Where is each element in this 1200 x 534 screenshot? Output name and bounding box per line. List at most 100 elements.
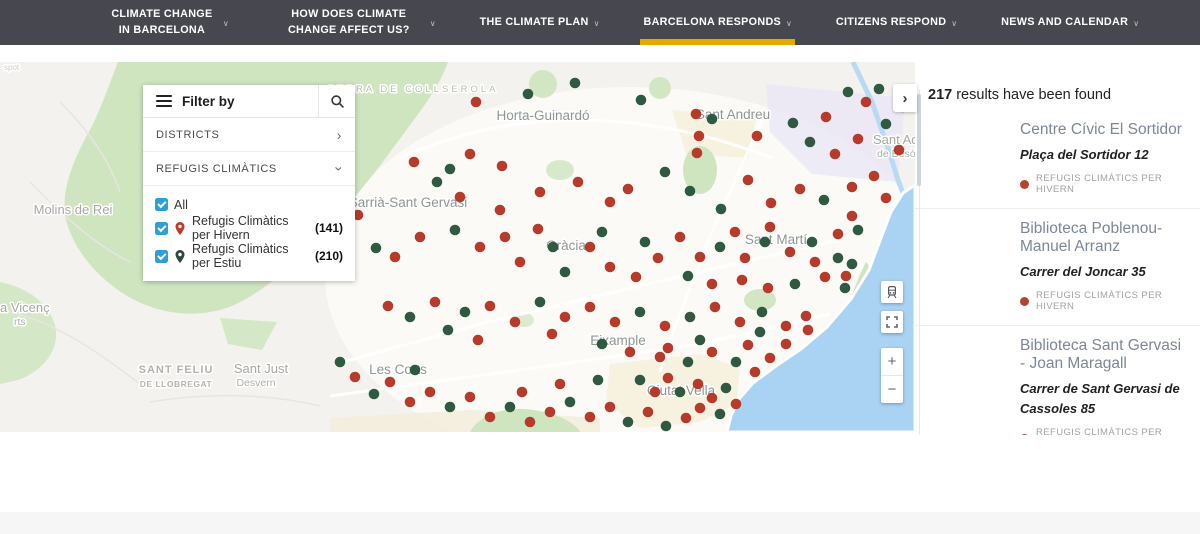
map-marker-summer[interactable] — [659, 166, 671, 178]
map-marker-summer[interactable] — [444, 163, 456, 175]
map-marker-winter[interactable] — [819, 271, 831, 283]
map-marker-summer[interactable] — [444, 401, 456, 413]
map-marker-summer[interactable] — [684, 185, 696, 197]
scrollbar-thumb[interactable] — [917, 94, 921, 186]
map-marker-summer[interactable] — [635, 94, 647, 106]
map-marker-winter[interactable] — [604, 196, 616, 208]
map-marker-winter[interactable] — [464, 391, 476, 403]
map-marker-winter[interactable] — [384, 376, 396, 388]
map-marker-summer[interactable] — [682, 356, 694, 368]
map-marker-winter[interactable] — [706, 278, 718, 290]
map-marker-winter[interactable] — [739, 252, 751, 264]
map-marker-winter[interactable] — [880, 192, 892, 204]
map-marker-winter[interactable] — [832, 228, 844, 240]
map-marker-winter[interactable] — [674, 231, 686, 243]
map-marker-winter[interactable] — [496, 160, 508, 172]
map-region[interactable]: spot SERRA DE COLLSEROLA Horta-Guinardó San… — [0, 62, 915, 432]
zoom-out-button[interactable]: − — [881, 375, 903, 403]
map-marker-winter[interactable] — [622, 183, 634, 195]
map-marker-winter[interactable] — [706, 392, 718, 404]
map-marker-winter[interactable] — [893, 144, 905, 156]
map-marker-winter[interactable] — [860, 96, 872, 108]
map-marker-winter[interactable] — [584, 241, 596, 253]
map-marker-winter[interactable] — [730, 398, 742, 410]
map-marker-winter[interactable] — [709, 301, 721, 313]
map-marker-winter[interactable] — [464, 148, 476, 160]
result-item-0[interactable]: Centre Cívic El Sortidor Plaça del Sortid… — [915, 110, 1200, 208]
nav-item-4[interactable]: CITIZENS RESPOND ∨ — [836, 0, 957, 45]
map-marker-winter[interactable] — [429, 296, 441, 308]
map-marker-summer[interactable] — [880, 118, 892, 130]
map-marker-winter[interactable] — [559, 311, 571, 323]
map-marker-winter[interactable] — [524, 416, 536, 428]
map-marker-winter[interactable] — [554, 378, 566, 390]
map-marker-winter[interactable] — [809, 256, 821, 268]
checkbox-checked[interactable] — [155, 221, 168, 235]
map-marker-summer[interactable] — [842, 86, 854, 98]
map-marker-winter[interactable] — [802, 324, 814, 336]
sidebar-collapse-button[interactable]: › — [893, 84, 917, 112]
map-marker-summer[interactable] — [832, 252, 844, 264]
map-marker-winter[interactable] — [692, 378, 704, 390]
map-marker-winter[interactable] — [868, 170, 880, 182]
map-marker-winter[interactable] — [472, 334, 484, 346]
map-marker-winter[interactable] — [604, 261, 616, 273]
map-marker-summer[interactable] — [720, 382, 732, 394]
nav-item-3[interactable]: BARCELONA RESPONDS ∨ — [640, 0, 796, 45]
map-marker-summer[interactable] — [522, 88, 534, 100]
map-marker-summer[interactable] — [674, 386, 686, 398]
map-marker-winter[interactable] — [534, 186, 546, 198]
map-marker-winter[interactable] — [694, 402, 706, 414]
map-marker-winter[interactable] — [509, 316, 521, 328]
filter-option-2[interactable]: Refugis Climàtics per Estiu (210) — [155, 242, 343, 270]
map-marker-winter[interactable] — [765, 197, 777, 209]
nav-item-2[interactable]: THE CLIMATE PLAN ∨ — [480, 0, 600, 45]
result-title[interactable]: Centre Cívic El Sortidor — [1020, 121, 1190, 139]
result-title[interactable]: Biblioteca Poblenou-Manuel Arranz — [1020, 220, 1190, 256]
zoom-in-button[interactable]: + — [881, 348, 903, 375]
filter-option-1[interactable]: Refugis Climàtics per Hivern (141) — [155, 214, 343, 242]
result-item-2[interactable]: Biblioteca Sant Gervasi - Joan Maragall C… — [915, 325, 1200, 435]
map-marker-winter[interactable] — [662, 372, 674, 384]
search-button[interactable] — [318, 84, 355, 118]
map-marker-summer[interactable] — [804, 136, 816, 148]
map-marker-winter[interactable] — [693, 130, 705, 142]
map-marker-summer[interactable] — [564, 396, 576, 408]
map-marker-winter[interactable] — [784, 246, 796, 258]
menu-icon[interactable] — [156, 95, 172, 107]
map-marker-summer[interactable] — [715, 203, 727, 215]
map-marker-winter[interactable] — [532, 223, 544, 235]
map-marker-winter[interactable] — [846, 210, 858, 222]
map-marker-winter[interactable] — [630, 271, 642, 283]
map-marker-winter[interactable] — [690, 108, 702, 120]
map-marker-winter[interactable] — [764, 221, 776, 233]
map-marker-summer[interactable] — [409, 364, 421, 376]
map-marker-winter[interactable] — [474, 241, 486, 253]
map-marker-summer[interactable] — [787, 117, 799, 129]
map-marker-winter[interactable] — [800, 310, 812, 322]
map-marker-summer[interactable] — [559, 266, 571, 278]
map-marker-summer[interactable] — [839, 282, 851, 294]
map-marker-winter[interactable] — [706, 346, 718, 358]
map-marker-summer[interactable] — [789, 278, 801, 290]
map-marker-winter[interactable] — [691, 147, 703, 159]
map-marker-summer[interactable] — [756, 306, 768, 318]
filter-section-0[interactable]: DISTRICTS › — [143, 118, 355, 152]
map-marker-winter[interactable] — [654, 351, 666, 363]
filter-section-1[interactable]: REFUGIS CLIMÀTICS › — [143, 152, 355, 186]
map-marker-summer[interactable] — [368, 388, 380, 400]
map-marker-summer[interactable] — [442, 324, 454, 336]
map-marker-winter[interactable] — [659, 320, 671, 332]
map-marker-summer[interactable] — [660, 420, 672, 432]
map-marker-summer[interactable] — [431, 176, 443, 188]
map-marker-summer[interactable] — [634, 306, 646, 318]
map-marker-summer[interactable] — [592, 374, 604, 386]
map-marker-summer[interactable] — [504, 401, 516, 413]
result-title[interactable]: Biblioteca Sant Gervasi - Joan Maragall — [1020, 337, 1190, 373]
map-marker-winter[interactable] — [414, 231, 426, 243]
map-marker-winter[interactable] — [494, 204, 506, 216]
map-marker-winter[interactable] — [408, 156, 420, 168]
map-marker-winter[interactable] — [389, 251, 401, 263]
map-marker-winter[interactable] — [424, 386, 436, 398]
map-marker-winter[interactable] — [544, 406, 556, 418]
